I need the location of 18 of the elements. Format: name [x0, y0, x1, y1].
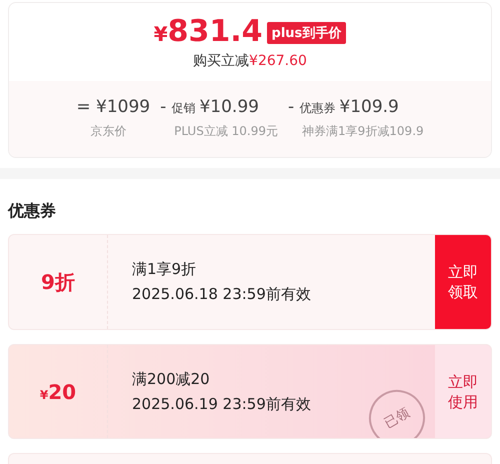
section-title: 优惠券 — [8, 201, 57, 222]
coupon-validity: 2025.06.19 23:59前有效 — [132, 394, 312, 414]
coupon-action-button[interactable]: 立即领取 — [435, 235, 491, 329]
coupon-condition: 满200减20 — [132, 370, 211, 389]
coupon-validity: 2025.06.18 23:59前有效 — [132, 285, 312, 304]
final-price: ¥831.4 — [154, 14, 263, 51]
coupon-amount: ¥20 — [40, 380, 76, 404]
price-term-note: 神券满1享9折减109.9 — [301, 123, 424, 140]
price-term-note: PLUS立减 10.99元 — [173, 123, 278, 140]
coupon-action-button[interactable]: 立即使用 — [435, 344, 491, 438]
coupon-condition: 满1享9折 — [132, 260, 198, 280]
plus-price-badge: plus到手价 — [266, 22, 346, 44]
price-term: - 优惠券 ¥109.9 — [288, 97, 400, 117]
price-term: = ¥1099 — [76, 97, 150, 117]
price-term-note: 京东价 — [89, 123, 128, 140]
price-term: - 促销 ¥10.99 — [160, 97, 260, 117]
saving-text: 购买立减¥267.60 — [193, 52, 307, 70]
coupon-amount: 9折 — [41, 268, 75, 296]
